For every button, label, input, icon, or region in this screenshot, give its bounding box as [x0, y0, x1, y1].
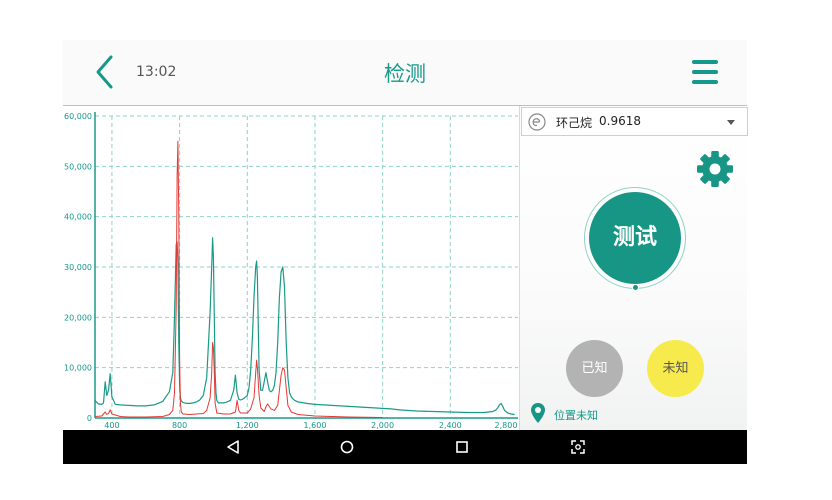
x-tick-label: 400 — [104, 421, 119, 430]
circle-home-icon — [340, 440, 354, 454]
x-tick-label: 800 — [172, 421, 187, 430]
x-tick-label: 2,000 — [371, 421, 394, 430]
y-tick-label: 50,000 — [64, 162, 92, 171]
ring-indicator-dot — [632, 284, 639, 291]
top-bar: 13:02 检测 — [63, 40, 747, 106]
nav-screenshot-button[interactable] — [566, 435, 590, 459]
clock-time: 13:02 — [136, 64, 177, 80]
spectrum-chart[interactable]: 0 10,000 20,000 30,000 40,000 50,000 60,000 400… — [63, 106, 518, 430]
spectrum-chart-svg: 0 10,000 20,000 30,000 40,000 50,000 60,000 400… — [64, 112, 518, 430]
x-tick-label: 1,200 — [236, 421, 259, 430]
y-tick-label: 0 — [87, 414, 92, 423]
dropdown-caret-icon — [727, 120, 735, 125]
nav-home-button[interactable] — [335, 435, 359, 459]
triangle-back-icon — [227, 440, 239, 454]
test-button[interactable]: 测试 — [589, 192, 681, 284]
control-panel: 环己烷 0.9618 测试 已知 未知 位置未知 — [519, 106, 748, 430]
y-tick-label: 10,000 — [64, 364, 92, 373]
match-score: 0.9618 — [599, 114, 641, 128]
location-pin-icon — [531, 403, 545, 423]
back-button[interactable] — [91, 54, 119, 90]
x-tick-label: 2,400 — [439, 421, 462, 430]
y-tick-label: 20,000 — [64, 313, 92, 322]
unknown-button[interactable]: 未知 — [647, 340, 704, 397]
ethanol-circle-icon — [528, 113, 546, 131]
location-text: 位置未知 — [554, 409, 598, 422]
y-tick-label: 40,000 — [64, 213, 92, 222]
series-line-secondary — [94, 140, 383, 418]
chevron-left-icon — [96, 55, 113, 89]
menu-button[interactable] — [691, 58, 719, 86]
system-nav-bar — [63, 430, 747, 464]
hamburger-menu-icon — [692, 60, 718, 84]
substance-selector[interactable]: 环己烷 0.9618 — [521, 107, 748, 136]
known-button[interactable]: 已知 — [566, 340, 623, 397]
x-tick-label: 2,800 — [495, 421, 518, 430]
y-tick-label: 30,000 — [64, 263, 92, 272]
series-line-primary — [94, 237, 515, 416]
nav-back-button[interactable] — [221, 435, 245, 459]
nav-recents-button[interactable] — [450, 435, 474, 459]
settings-button[interactable] — [696, 150, 734, 188]
substance-name: 环己烷 — [556, 116, 593, 130]
gear-icon — [697, 151, 733, 187]
square-recents-icon — [456, 441, 468, 453]
y-tick-label: 60,000 — [64, 112, 92, 121]
app-screen: 13:02 检测 0 10,000 20,000 30,000 40,000 50,000… — [63, 40, 748, 464]
x-tick-label: 1,600 — [304, 421, 327, 430]
screenshot-icon — [571, 440, 585, 454]
